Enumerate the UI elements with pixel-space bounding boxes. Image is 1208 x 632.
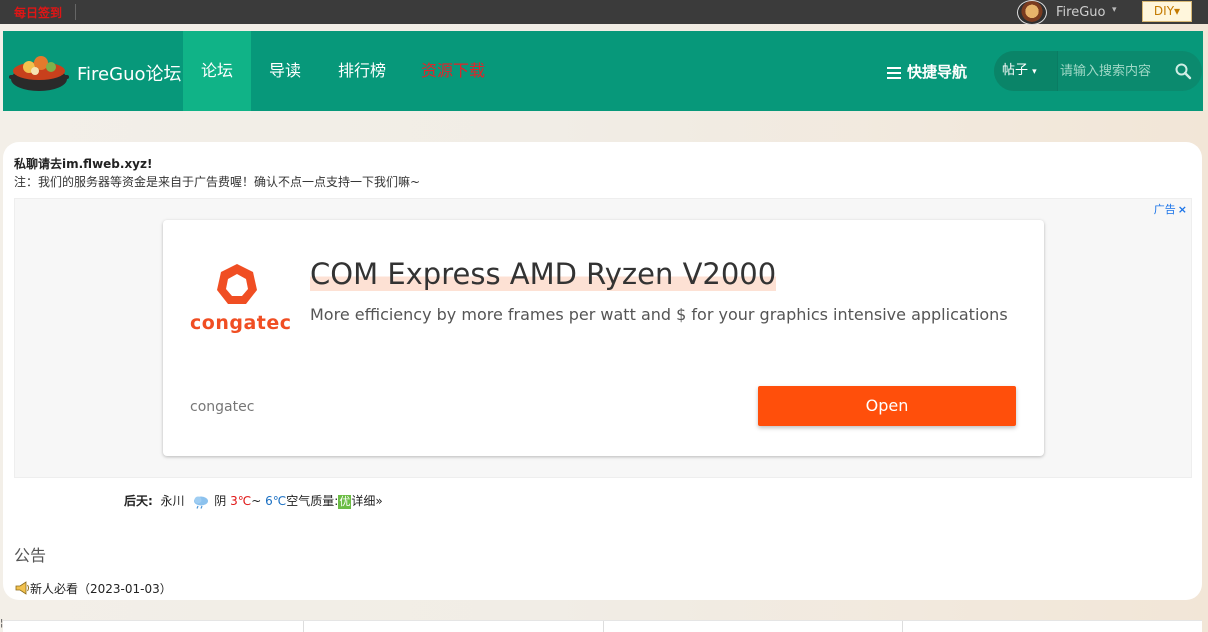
- weather-condition: 阴: [214, 494, 227, 508]
- ad-label-text: 广告: [1153, 203, 1176, 216]
- notice-ad-support: 注：我们的服务器等资金是来自于广告费喔！确认不点一点支持一下我们嘛~: [14, 175, 421, 189]
- diy-button[interactable]: DIY▾: [1142, 1, 1192, 22]
- nav-tab-guide[interactable]: 导读: [251, 31, 319, 111]
- ad-container: 广告 × congatec COM Express AMD Ryzen V2000…: [14, 198, 1192, 478]
- chevron-down-icon: ▾: [1032, 67, 1037, 77]
- ad-description: More efficiency by more frames per watt …: [310, 305, 1008, 324]
- weather-city: 永川: [160, 494, 185, 508]
- daily-checkin-link[interactable]: 每日签到: [14, 4, 62, 21]
- ad-open-button[interactable]: Open: [758, 386, 1016, 426]
- nav-tab-downloads[interactable]: 资源下载: [409, 31, 497, 111]
- ad-advertiser: congatec: [190, 399, 255, 415]
- search-input[interactable]: [1060, 59, 1170, 83]
- username-menu[interactable]: FireGuo: [1056, 5, 1105, 20]
- ad-logo-text: congatec: [190, 312, 292, 334]
- announcement-heading: 公告: [14, 546, 47, 565]
- ad-choices-label[interactable]: 广告 ×: [1154, 201, 1187, 217]
- quick-nav-button[interactable]: 快捷导航: [887, 61, 967, 82]
- megaphone-icon: [15, 581, 29, 595]
- weather-day: 后天:: [124, 494, 153, 508]
- announcement-item[interactable]: 新人必看（2023-01-03）: [14, 580, 172, 597]
- content-card: 私聊请去im.flweb.xyz! 注：我们的服务器等资金是来自于广告费喔！确认…: [3, 142, 1202, 600]
- close-icon[interactable]: ×: [1178, 203, 1187, 216]
- air-quality-badge: 优: [338, 495, 352, 509]
- menu-icon: [887, 64, 901, 82]
- top-bar: 每日签到 FireGuo ▾ DIY▾: [0, 0, 1208, 25]
- nav-tab-forum[interactable]: 论坛: [183, 31, 251, 111]
- forum-category-row: [3, 620, 1202, 632]
- topbar-divider: [75, 4, 76, 20]
- search-type-label: 帖子: [1002, 63, 1029, 78]
- weather-temp-second: 6℃: [265, 494, 287, 508]
- ad-headline[interactable]: COM Express AMD Ryzen V2000: [310, 257, 777, 291]
- page-edge-marker: ¦: [0, 618, 4, 629]
- announcement-item-text: 新人必看（2023-01-03）: [30, 582, 172, 596]
- weather-widget: 后天: 永川 阴 3℃~ 6℃空气质量:优详细»: [124, 492, 383, 509]
- weather-temp-first: 3℃: [230, 494, 252, 508]
- weather-detail-link[interactable]: 详细»: [351, 494, 382, 508]
- notice-im-link: 私聊请去im.flweb.xyz!: [14, 157, 153, 171]
- diy-label: DIY: [1153, 4, 1175, 18]
- search-type-select[interactable]: 帖子 ▾: [994, 51, 1058, 91]
- chevron-down-icon[interactable]: ▾: [1112, 5, 1117, 15]
- cloud-rain-icon: [194, 496, 209, 509]
- search-icon[interactable]: [1174, 62, 1192, 80]
- ad-creative[interactable]: congatec COM Express AMD Ryzen V2000 Mor…: [163, 220, 1044, 456]
- air-quality-label: 空气质量:: [286, 494, 339, 508]
- user-avatar[interactable]: [1017, 0, 1047, 25]
- quick-nav-label: 快捷导航: [907, 63, 968, 81]
- site-logo-text[interactable]: FireGuo论坛: [77, 60, 182, 86]
- search-bar: 帖子 ▾: [994, 51, 1202, 91]
- weather-tilde: ~: [251, 494, 262, 508]
- hotpot-logo-icon[interactable]: [7, 45, 71, 95]
- main-navbar: FireGuo论坛 论坛 导读 排行榜 资源下载 快捷导航 帖子 ▾: [3, 31, 1203, 111]
- nav-tab-ranking[interactable]: 排行榜: [321, 31, 403, 111]
